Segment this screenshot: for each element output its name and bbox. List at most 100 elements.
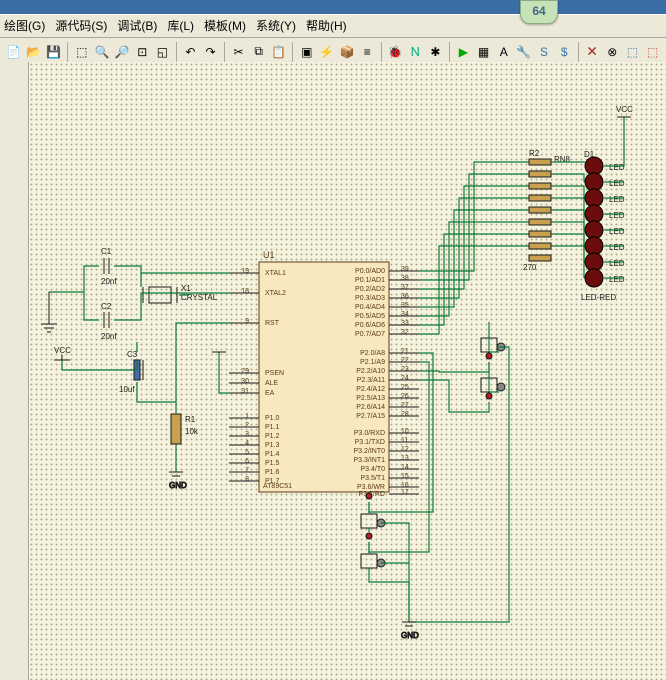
svg-text:RN8: RN8 [554,155,571,164]
svg-text:XTAL1: XTAL1 [265,270,286,277]
svg-text:4: 4 [245,440,249,447]
region-button[interactable]: ⬚ [72,40,91,64]
block-copy-button[interactable]: ▣ [297,40,316,64]
copy-button[interactable]: ⧉ [249,40,268,64]
svg-text:LED: LED [609,195,625,204]
vcc-led: VCC [616,105,633,117]
svg-text:P0.1/AD1: P0.1/AD1 [355,277,385,284]
gnd-r1: GND [169,472,187,490]
svg-text:XTAL2: XTAL2 [265,290,286,297]
cap-c2[interactable]: C220nf [101,302,117,341]
svg-text:ALE: ALE [265,380,279,387]
svg-text:LED: LED [609,243,625,252]
menu-lib[interactable]: 库(L) [167,16,194,36]
pick-button[interactable]: ⚡ [317,40,336,64]
led-array[interactable]: D1 LEDLEDLEDLED LEDLEDLEDLED LED-RED [581,150,625,302]
new-button[interactable]: 📄 [4,40,23,64]
svg-text:34: 34 [401,311,409,318]
svg-text:P1.5: P1.5 [265,460,280,467]
zoom-area-button[interactable]: ◱ [153,40,172,64]
pkg-button[interactable]: 📦 [337,40,356,64]
res-r1[interactable]: R110k [171,414,199,444]
svg-text:R1: R1 [185,415,196,424]
cap-c3[interactable]: C3 10uf [119,350,143,394]
erc-button[interactable]: A [494,40,513,64]
svg-text:8: 8 [245,476,249,483]
opt2-button[interactable]: ⬚ [643,40,662,64]
netlist-button[interactable]: ▦ [474,40,493,64]
schematic-canvas[interactable]: U1 AT89C51 XTAL119 XTAL218 RST9 PSEN29 A… [29,62,666,680]
svg-text:P0.2/AD2: P0.2/AD2 [355,286,385,293]
app-window: 64 绘图(G) 源代码(S) 调试(B) 库(L) 模板(M) 系统(Y) 帮… [0,0,666,680]
svg-text:P1.2: P1.2 [265,433,280,440]
menu-source[interactable]: 源代码(S) [55,16,107,36]
zoom-in-button[interactable]: 🔍 [92,40,111,64]
svg-text:LED: LED [609,163,625,172]
wire-button[interactable]: Ｎ [406,40,425,64]
svg-text:35: 35 [401,302,409,309]
svg-text:LED: LED [609,227,625,236]
svg-text:14: 14 [401,464,409,471]
svg-text:30: 30 [241,378,249,385]
cut-button[interactable]: ✂ [229,40,248,64]
tools-button[interactable]: 🔧 [514,40,533,64]
editprop-button[interactable]: 🐞 [386,40,405,64]
svg-text:P1.3: P1.3 [265,442,280,449]
svg-text:LED: LED [609,259,625,268]
svg-text:19: 19 [241,268,249,275]
del-button[interactable]: ⊗ [603,40,622,64]
svg-text:LED: LED [609,211,625,220]
svg-text:10uf: 10uf [119,385,135,394]
svg-text:16: 16 [401,482,409,489]
paste-button[interactable]: 📋 [269,40,288,64]
svg-text:20nf: 20nf [101,277,117,286]
gnd-left [41,292,57,332]
svg-text:C2: C2 [101,302,112,311]
export-button[interactable]: S [534,40,553,64]
opt1-button[interactable]: ⬚ [623,40,642,64]
zoom-fit-button[interactable]: ⊡ [133,40,152,64]
svg-text:21: 21 [401,348,409,355]
gnd-buttons: GND [401,622,419,640]
svg-text:P1.1: P1.1 [265,424,280,431]
svg-text:15: 15 [401,473,409,480]
svg-text:10: 10 [401,428,409,435]
svg-text:P0.6/AD6: P0.6/AD6 [355,322,385,329]
undo-button[interactable]: ↶ [181,40,200,64]
left-toolbar [0,62,29,680]
svg-text:CRYSTAL: CRYSTAL [181,293,218,302]
svg-text:10k: 10k [185,427,199,436]
menu-help[interactable]: 帮助(H) [306,16,347,36]
ref-u1: U1 [263,250,275,260]
svg-text:C3: C3 [127,350,138,359]
svg-text:P3.0/RXD: P3.0/RXD [354,430,385,437]
svg-text:P0.0/AD0: P0.0/AD0 [355,268,385,275]
svg-text:5: 5 [245,449,249,456]
svg-text:P0.5/AD5: P0.5/AD5 [355,313,385,320]
redo-button[interactable]: ↷ [201,40,220,64]
zoom-out-button[interactable]: 🔎 [113,40,132,64]
save-button[interactable]: 💾 [44,40,63,64]
ares-button[interactable]: 🗙 [583,40,602,64]
schematic-svg: U1 AT89C51 XTAL119 XTAL218 RST9 PSEN29 A… [29,62,666,680]
menu-system[interactable]: 系统(Y) [256,16,296,36]
bom-button[interactable]: $ [555,40,574,64]
menu-debug[interactable]: 调试(B) [117,16,157,36]
svg-text:26: 26 [401,393,409,400]
svg-text:P1.0: P1.0 [265,415,280,422]
run-button[interactable]: ▶ [454,40,473,64]
svg-text:P3.6/WR: P3.6/WR [357,484,385,491]
svg-text:18: 18 [241,288,249,295]
menu-template[interactable]: 模板(M) [204,16,246,36]
svg-text:VCC: VCC [616,105,633,114]
svg-text:P0.7/AD7: P0.7/AD7 [355,331,385,338]
svg-text:P2.7/A15: P2.7/A15 [356,413,385,420]
decompose-button[interactable]: ≡ [358,40,377,64]
svg-text:22: 22 [401,357,409,364]
open-button[interactable]: 📂 [24,40,43,64]
menu-draw[interactable]: 绘图(G) [4,16,45,36]
svg-text:P3.3/INT1: P3.3/INT1 [353,457,385,464]
svg-text:13: 13 [401,455,409,462]
search-button[interactable]: ✱ [426,40,445,64]
svg-text:P0.4/AD4: P0.4/AD4 [355,304,385,311]
